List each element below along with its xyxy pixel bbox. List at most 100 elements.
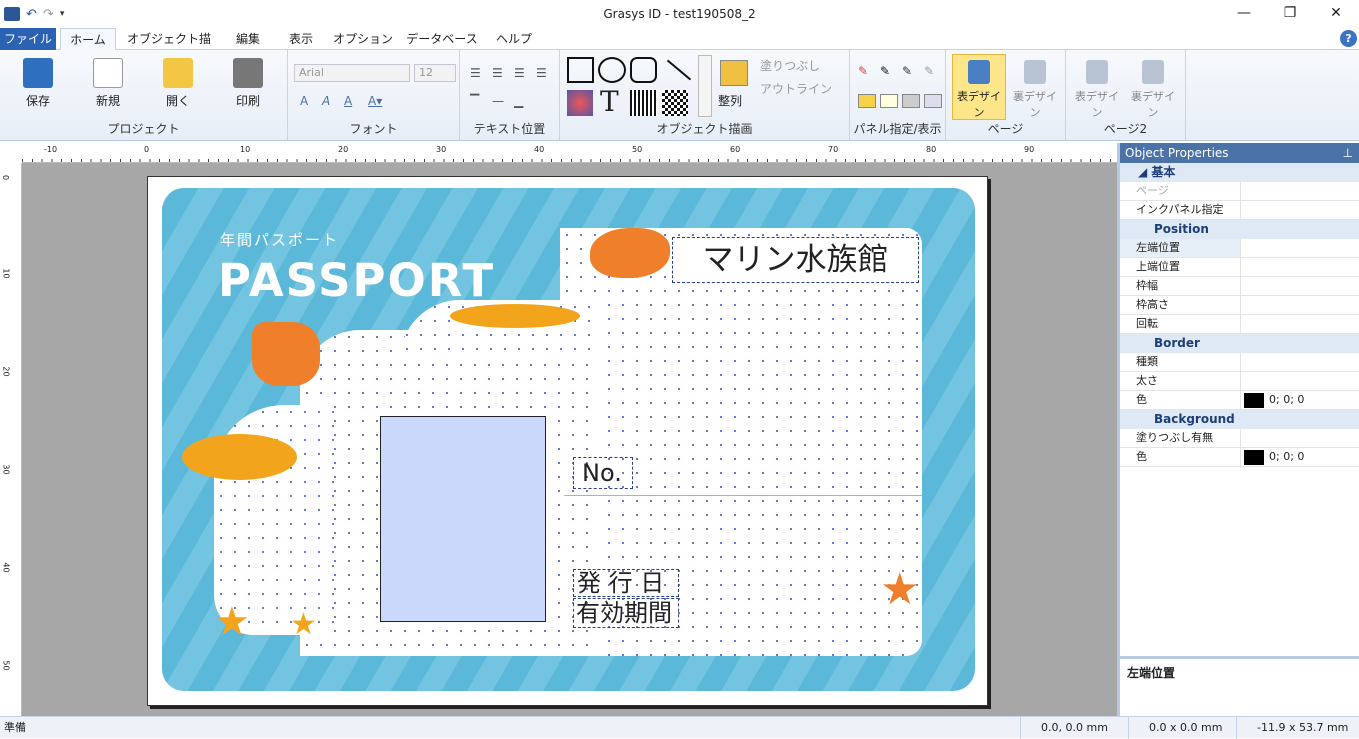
ruler-label: 0 [144,145,150,154]
barcode-icon[interactable] [630,90,658,116]
prop-row[interactable]: 塗りつぶし有無 [1120,429,1359,448]
underline-icon[interactable]: A [344,94,352,108]
page2-back-design-button[interactable]: 裏デザイン [1126,58,1180,120]
font-color-icon[interactable]: A▾ [368,94,382,108]
qrcode-icon[interactable] [662,90,688,116]
italic-icon[interactable]: A [322,94,330,108]
tab-options[interactable]: オプション [332,28,394,50]
group-panel: ✎ ✎ ✎ ✎ パネル指定/表示 [850,50,946,140]
prop-row[interactable]: 色 0; 0; 0 [1120,391,1359,410]
ruler-label: 20 [338,145,349,154]
prop-row[interactable]: インクパネル指定 [1120,201,1359,220]
new-button[interactable]: 新規 [82,56,134,109]
pen-icon[interactable]: ✎ [902,64,912,78]
panel-pattern-icon[interactable] [902,94,920,108]
aquarium-name-text[interactable]: マリン水族館 [672,237,919,283]
align-center-icon[interactable]: ☰ [492,66,503,80]
pen-black-icon[interactable]: ✎ [880,64,890,78]
arrow-up-icon [1024,60,1046,84]
tab-draw[interactable]: オブジェクト描画 [122,28,216,68]
passport-jp-text[interactable]: 年間パスポート [220,229,339,250]
arrow-down-icon [1086,60,1108,84]
ruler-label: 10 [1,268,11,279]
valign-middle-icon[interactable]: — [492,94,504,108]
align-left-icon[interactable]: ☰ [470,66,481,80]
text-icon[interactable]: T [600,85,619,118]
ruler-label: 20 [1,366,11,377]
vertical-ruler: 0 10 20 30 40 50 [0,163,22,716]
back-design-button[interactable]: 裏デザイン [1008,58,1062,120]
image-icon[interactable] [567,90,593,116]
page2-front-design-button[interactable]: 表デザイン [1070,58,1124,120]
tab-home[interactable]: ホーム [60,28,116,51]
font-name-field[interactable]: Arial [294,64,410,82]
valign-bottom-icon[interactable]: ▁ [514,94,523,108]
help-icon[interactable]: ? [1340,30,1357,47]
rectangle-icon[interactable] [567,57,594,83]
pen-gray-icon[interactable]: ✎ [924,64,934,78]
print-button[interactable]: 印刷 [222,56,274,109]
maximize-button[interactable]: ❐ [1267,0,1313,28]
prop-row[interactable]: 種類 [1120,353,1359,372]
font-size-field[interactable]: 12 [414,64,456,82]
ribbon-tabs: ファイル ホーム オブジェクト描画 編集 表示 オプション データベース ヘルプ [0,28,1359,68]
open-button[interactable]: 開く [152,56,204,109]
minimize-button[interactable]: — [1221,0,1267,28]
number-label[interactable]: No. [573,457,633,489]
starfish-small-icon: ★ [214,599,250,645]
issue-date-label[interactable]: 発 行 日 [573,569,679,597]
rounded-rect-icon[interactable] [630,57,657,83]
arrange-icon[interactable] [720,60,748,86]
arrange-button[interactable]: 整列 [718,92,742,109]
prop-row[interactable]: 回転 [1120,315,1359,334]
prop-row[interactable]: 枠高さ [1120,296,1359,315]
front-design-button[interactable]: 表デザイン [952,58,1006,120]
section-position[interactable]: Position [1120,220,1359,239]
prop-row[interactable]: 枠幅 [1120,277,1359,296]
panel-color-icon[interactable] [858,94,876,108]
prop-row[interactable]: 左端位置 [1120,239,1359,258]
ruler-label: 30 [436,145,447,154]
photo-frame[interactable] [380,416,546,622]
prop-row[interactable]: 太さ [1120,372,1359,391]
status-position: 0.0, 0.0 mm [1020,717,1126,739]
align-justify-icon[interactable]: ☰ [536,66,547,80]
passport-en-text[interactable]: PASSPORT [218,254,495,307]
prop-row[interactable]: ページ [1120,182,1359,201]
prop-row[interactable]: 色 0; 0; 0 [1120,448,1359,467]
section-background[interactable]: Background [1120,410,1359,429]
group-draw: T 整列 塗りつぶし アウトライン オブジェクト描画 [560,50,850,140]
save-button[interactable]: 保存 [12,56,64,109]
stingray-icon [252,322,320,386]
tab-file[interactable]: ファイル [0,28,56,50]
group-label: プロジェクト [107,122,180,136]
pen-color-icon[interactable]: ✎ [858,64,868,78]
shape-gallery-scroll[interactable] [698,55,712,117]
tab-view[interactable]: 表示 [280,28,322,50]
ellipse-icon[interactable] [598,57,626,83]
tab-edit[interactable]: 編集 [226,28,270,50]
fill-button[interactable]: 塗りつぶし [760,57,820,74]
window-title: Grasys ID - test190508_2 [603,7,756,21]
pin-icon[interactable]: ⊥ [1343,143,1353,163]
ruler-label: 70 [828,145,839,154]
tab-help[interactable]: ヘルプ [490,28,538,50]
tab-database[interactable]: データベース [404,28,480,50]
prop-row[interactable]: 上端位置 [1120,258,1359,277]
panel-pattern2-icon[interactable] [924,94,942,108]
group-page2: 表デザイン 裏デザイン ページ2 [1066,50,1186,140]
valign-top-icon[interactable]: ▔ [470,94,479,108]
valid-period-label[interactable]: 有効期間 [573,598,679,628]
group-label: フォント [349,122,398,136]
section-border[interactable]: Border [1120,334,1359,353]
outline-button[interactable]: アウトライン [760,80,832,97]
panel-abc-icon[interactable] [880,94,898,108]
title-bar: ↶ ↷ ▾ Grasys ID - test190508_2 — ❐ ✕ [0,0,1359,28]
ruler-label: 40 [1,562,11,573]
line-icon[interactable] [666,59,692,81]
section-basic[interactable]: ◢ 基本 [1120,163,1359,182]
ribbon: 保存 新規 開く 印刷 プロジェクト Arial 12 A A A A▾ フォン… [0,50,1359,141]
bold-icon[interactable]: A [300,94,308,108]
align-right-icon[interactable]: ☰ [514,66,525,80]
close-button[interactable]: ✕ [1313,0,1359,28]
